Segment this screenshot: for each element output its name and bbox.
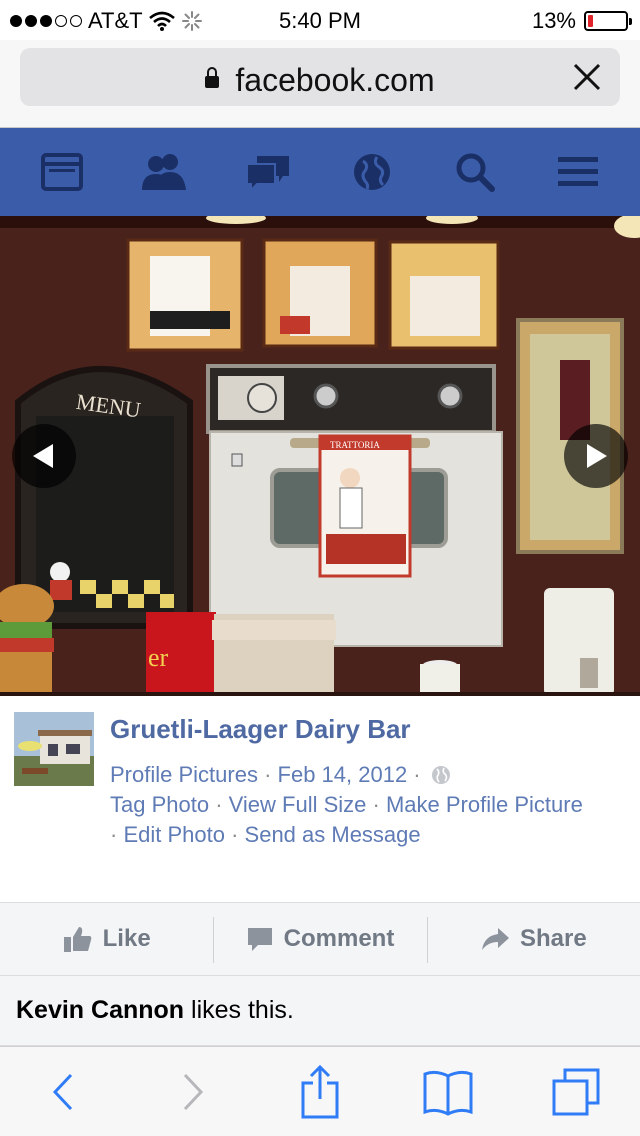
address-bar[interactable]: facebook.com xyxy=(20,48,620,106)
next-photo-button[interactable] xyxy=(564,424,628,488)
make-profile-picture-link[interactable]: Make Profile Picture xyxy=(386,792,583,817)
status-bar: AT&T 5:40 PM 13% xyxy=(0,0,640,40)
share-sheet-button[interactable] xyxy=(285,1057,355,1127)
nav-menu[interactable] xyxy=(548,142,608,202)
page-thumbnail-image xyxy=(14,712,94,786)
chevron-left-icon xyxy=(33,444,53,468)
svg-text:er: er xyxy=(148,643,169,672)
browser-toolbar xyxy=(0,1046,640,1136)
send-as-message-link[interactable]: Send as Message xyxy=(245,822,421,847)
url-text: facebook.com xyxy=(235,62,435,98)
notifications-globe-icon xyxy=(353,154,390,190)
tabs-button[interactable] xyxy=(541,1057,611,1127)
messages-icon xyxy=(246,156,290,192)
comment-label: Comment xyxy=(283,925,395,952)
nav-news-feed[interactable] xyxy=(32,142,92,202)
svg-text:TRATTORIA: TRATTORIA xyxy=(330,440,380,450)
book-icon xyxy=(423,1070,473,1116)
battery-level xyxy=(588,15,593,27)
search-icon xyxy=(456,153,495,192)
back-button[interactable] xyxy=(29,1057,99,1127)
album-link[interactable]: Profile Pictures xyxy=(110,762,258,787)
likes-summary[interactable]: Kevin Cannon likes this. xyxy=(0,976,640,1046)
battery-percent: 13% xyxy=(531,8,576,33)
forward-button[interactable] xyxy=(157,1057,227,1127)
nav-friend-requests[interactable] xyxy=(135,142,195,202)
post-date-link[interactable]: Feb 14, 2012 xyxy=(278,762,408,787)
status-right: 13% xyxy=(531,8,632,34)
lock-icon xyxy=(205,67,220,88)
tabs-icon xyxy=(552,1068,600,1115)
post-actions: Like Comment Share xyxy=(0,902,640,976)
bookmarks-button[interactable] xyxy=(413,1057,483,1127)
facebook-nav-bar xyxy=(0,128,640,216)
tag-photo-link[interactable]: Tag Photo xyxy=(110,792,209,817)
edit-photo-link[interactable]: Edit Photo xyxy=(123,822,225,847)
share-box-icon xyxy=(301,1064,339,1118)
thumbs-up-icon xyxy=(63,927,91,952)
photo-image: MENU TRATTORIA er xyxy=(0,216,640,696)
comment-icon xyxy=(247,928,272,951)
menu-icon xyxy=(558,157,599,186)
share-button[interactable]: Share xyxy=(426,903,640,975)
photo-meta: Profile Pictures · Feb 14, 2012 · Tag Ph… xyxy=(110,762,583,847)
photo-viewer[interactable]: MENU TRATTORIA er xyxy=(0,216,640,696)
page-name-link[interactable]: Gruetli-Laager Dairy Bar xyxy=(110,714,411,745)
friend-requests-icon xyxy=(141,154,186,190)
photo-info: Gruetli-Laager Dairy Bar Profile Picture… xyxy=(0,696,640,902)
nav-search[interactable] xyxy=(445,142,505,202)
close-icon[interactable] xyxy=(570,60,604,94)
view-full-size-link[interactable]: View Full Size xyxy=(229,792,367,817)
liker-name[interactable]: Kevin Cannon xyxy=(16,996,184,1024)
chevron-right-icon xyxy=(587,444,607,468)
public-globe-icon xyxy=(431,766,450,784)
nav-messages[interactable] xyxy=(238,142,298,202)
news-feed-icon xyxy=(40,153,83,191)
nav-notifications[interactable] xyxy=(342,142,402,202)
like-label: Like xyxy=(102,925,151,952)
likes-suffix: likes this. xyxy=(184,996,294,1024)
chevron-right-icon xyxy=(183,1073,204,1110)
share-arrow-icon xyxy=(481,928,509,950)
share-label: Share xyxy=(519,925,587,952)
url-display[interactable]: facebook.com xyxy=(20,62,620,99)
browser-address-area: facebook.com xyxy=(0,40,640,128)
chevron-left-icon xyxy=(52,1073,73,1110)
previous-photo-button[interactable] xyxy=(12,424,76,488)
page-thumbnail[interactable] xyxy=(14,712,94,786)
like-button[interactable]: Like xyxy=(0,903,213,975)
comment-button[interactable]: Comment xyxy=(213,903,426,975)
battery-icon xyxy=(584,11,632,31)
